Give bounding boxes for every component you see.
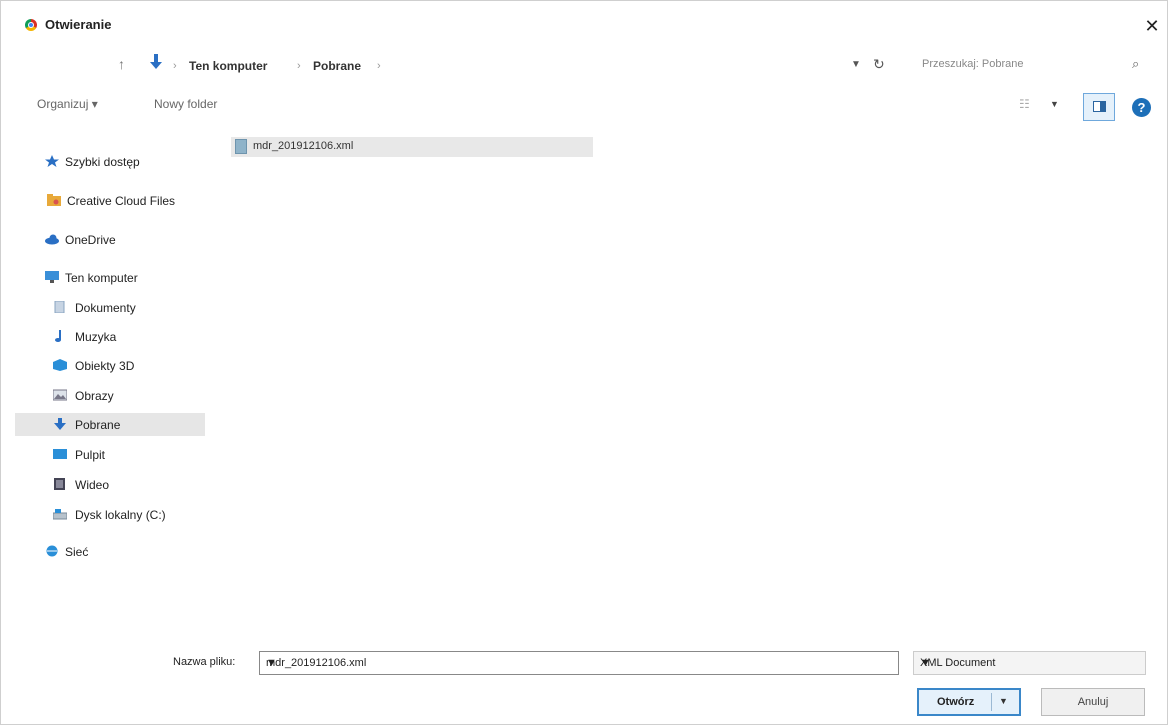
address-dropdown-icon[interactable]: ▼	[851, 59, 861, 70]
sidebar-item-label: OneDrive	[65, 233, 116, 247]
sidebar-item-label: Sieć	[65, 545, 89, 559]
filename-input[interactable]: mdr_201912106.xml ▼	[259, 651, 899, 675]
open-button[interactable]: Otwórz ▼	[917, 688, 1021, 716]
sidebar-item-label: Ten komputer	[65, 271, 138, 285]
network-icon	[46, 545, 58, 557]
open-file-dialog: Otwieranie ✕ ↑ › Ten komputer › Pobrane …	[0, 0, 1168, 725]
desktop-icon	[53, 449, 67, 459]
sidebar-item-label: Obrazy	[75, 389, 114, 403]
up-arrow-icon[interactable]: ↑	[118, 56, 125, 72]
search-input[interactable]: Przeszukaj: Pobrane ⌕	[896, 51, 1158, 77]
preview-pane-button[interactable]	[1083, 93, 1115, 121]
folder-icon	[47, 194, 61, 206]
computer-icon	[45, 271, 59, 283]
organize-button[interactable]: Organizuj ▾	[37, 97, 98, 111]
chrome-icon	[25, 19, 37, 31]
window-title: Otwieranie	[45, 17, 112, 32]
split-divider	[991, 693, 992, 711]
cancel-button[interactable]: Anuluj	[1041, 688, 1145, 716]
search-icon: ⌕	[1132, 56, 1140, 71]
sidebar-item-label: Pobrane	[75, 418, 121, 432]
image-icon	[53, 389, 67, 401]
help-icon[interactable]: ?	[1132, 98, 1151, 117]
sidebar-item-label: Szybki dostęp	[65, 155, 140, 169]
breadcrumb-downloads[interactable]: Pobrane	[313, 59, 361, 73]
sidebar-item-label: Muzyka	[75, 330, 117, 344]
cloud-icon	[45, 234, 59, 245]
drive-icon	[53, 509, 67, 520]
sidebar-item-label: Wideo	[75, 478, 110, 492]
new-folder-button[interactable]: Nowy folder	[154, 97, 217, 111]
sidebar-item-label: Dysk lokalny (C:)	[75, 508, 166, 522]
download-icon	[54, 418, 66, 430]
video-icon	[54, 478, 65, 490]
download-icon	[150, 54, 162, 69]
sidebar-item-label: Obiekty 3D	[75, 359, 135, 373]
breadcrumb-separator: ›	[297, 60, 301, 72]
breadcrumb-separator: ›	[377, 60, 381, 72]
sidebar-item-label: Creative Cloud Files	[67, 194, 176, 208]
music-icon	[55, 330, 61, 342]
file-list-item[interactable]: mdr_201912106.xml	[231, 137, 593, 157]
filetype-select[interactable]: XML Document ▼	[913, 651, 1146, 675]
chevron-down-icon[interactable]: ▼	[1050, 99, 1059, 109]
chevron-down-icon: ▼	[920, 657, 931, 669]
refresh-icon[interactable]: ↻	[873, 56, 885, 73]
sidebar-item-label: Pulpit	[75, 448, 106, 462]
view-options-icon[interactable]: ☷	[1019, 97, 1030, 111]
filename-label: Nazwa pliku:	[173, 656, 236, 668]
xml-file-icon	[235, 139, 247, 154]
file-name: mdr_201912106.xml	[253, 140, 354, 152]
open-button-label: Otwórz	[937, 696, 975, 708]
title-bar: Otwieranie ✕	[1, 1, 1167, 43]
breadcrumb-separator: ›	[173, 60, 177, 72]
document-icon	[54, 301, 65, 313]
close-button[interactable]: ✕	[1141, 15, 1163, 37]
chevron-down-icon[interactable]: ▼	[999, 696, 1008, 706]
search-placeholder: Przeszukaj: Pobrane	[922, 58, 1024, 70]
star-icon	[45, 155, 59, 167]
cube-icon	[53, 359, 67, 371]
sidebar-item-label: Dokumenty	[75, 301, 136, 315]
chevron-down-icon[interactable]: ▼	[266, 657, 894, 669]
breadcrumb-this-pc[interactable]: Ten komputer	[189, 59, 267, 73]
